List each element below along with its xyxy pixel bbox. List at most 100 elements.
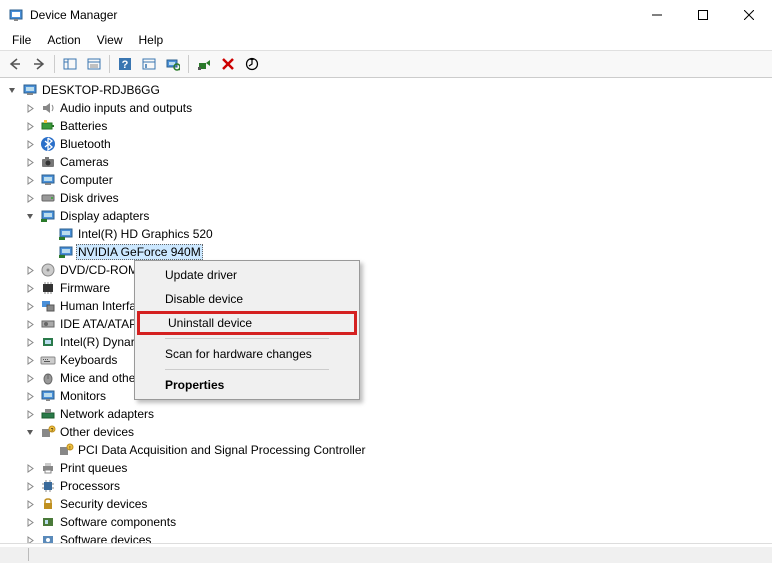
tree-category-dvd[interactable]: DVD/CD-ROM bbox=[0, 261, 772, 279]
tree-category-batteries[interactable]: Batteries bbox=[0, 117, 772, 135]
menu-label: Disable device bbox=[165, 292, 243, 306]
expand-icon[interactable] bbox=[22, 302, 38, 311]
context-separator bbox=[165, 338, 329, 339]
menu-label: Uninstall device bbox=[168, 316, 252, 330]
close-button[interactable] bbox=[726, 0, 772, 30]
category-label: Keyboards bbox=[58, 353, 119, 367]
forward-button[interactable] bbox=[28, 53, 50, 75]
tree-category-disk[interactable]: Disk drives bbox=[0, 189, 772, 207]
chip-icon bbox=[40, 334, 56, 350]
tree-category-other[interactable]: ? Other devices bbox=[0, 423, 772, 441]
tree-device-nvidia-gpu[interactable]: NVIDIA GeForce 940M bbox=[0, 243, 772, 261]
expand-icon[interactable] bbox=[22, 104, 38, 113]
expand-icon[interactable] bbox=[22, 338, 38, 347]
tree-category-ide[interactable]: IDE ATA/ATAP bbox=[0, 315, 772, 333]
expand-icon[interactable] bbox=[22, 356, 38, 365]
tree-root[interactable]: DESKTOP-RDJB6GG bbox=[0, 81, 772, 99]
context-update-driver[interactable]: Update driver bbox=[137, 263, 357, 287]
device-tree-panel[interactable]: DESKTOP-RDJB6GG Audio inputs and outputs… bbox=[0, 78, 772, 545]
menu-view[interactable]: View bbox=[89, 31, 131, 49]
expand-icon[interactable] bbox=[22, 410, 38, 419]
uninstall-button[interactable] bbox=[217, 53, 239, 75]
category-label: Disk drives bbox=[58, 191, 121, 205]
tree-device-pci-unknown[interactable]: ! PCI Data Acquisition and Signal Proces… bbox=[0, 441, 772, 459]
tree-category-mice[interactable]: Mice and othe bbox=[0, 369, 772, 387]
tree-category-swcomponents[interactable]: Software components bbox=[0, 513, 772, 531]
expand-icon[interactable] bbox=[22, 500, 38, 509]
collapse-icon[interactable] bbox=[22, 428, 38, 437]
computer-icon bbox=[40, 172, 56, 188]
expand-icon[interactable] bbox=[22, 194, 38, 203]
menu-help[interactable]: Help bbox=[131, 31, 172, 49]
tree-category-security[interactable]: Security devices bbox=[0, 495, 772, 513]
monitor-icon bbox=[40, 388, 56, 404]
expand-icon[interactable] bbox=[22, 140, 38, 149]
svg-text:?: ? bbox=[51, 428, 54, 434]
optical-drive-icon bbox=[40, 262, 56, 278]
expand-icon[interactable] bbox=[22, 158, 38, 167]
expand-icon[interactable] bbox=[22, 284, 38, 293]
tree-category-hid[interactable]: Human Interfa bbox=[0, 297, 772, 315]
tree-root-label: DESKTOP-RDJB6GG bbox=[40, 83, 162, 97]
tree-category-keyboards[interactable]: Keyboards bbox=[0, 351, 772, 369]
context-separator bbox=[165, 369, 329, 370]
tree-category-bluetooth[interactable]: Bluetooth bbox=[0, 135, 772, 153]
menu-file[interactable]: File bbox=[4, 31, 39, 49]
collapse-icon[interactable] bbox=[22, 212, 38, 221]
minimize-button[interactable] bbox=[634, 0, 680, 30]
expand-icon[interactable] bbox=[22, 374, 38, 383]
update-driver-button[interactable] bbox=[241, 53, 263, 75]
enable-device-button[interactable] bbox=[193, 53, 215, 75]
category-label: Human Interfa bbox=[58, 299, 138, 313]
context-properties[interactable]: Properties bbox=[137, 373, 357, 397]
expand-icon[interactable] bbox=[22, 464, 38, 473]
printer-icon bbox=[40, 460, 56, 476]
window-title: Device Manager bbox=[30, 8, 634, 22]
category-label: Processors bbox=[58, 479, 122, 493]
category-label: DVD/CD-ROM bbox=[58, 263, 140, 277]
expand-icon[interactable] bbox=[22, 482, 38, 491]
tree-category-cameras[interactable]: Cameras bbox=[0, 153, 772, 171]
tree-category-audio[interactable]: Audio inputs and outputs bbox=[0, 99, 772, 117]
collapse-icon[interactable] bbox=[4, 86, 20, 95]
scan-hardware-button[interactable] bbox=[162, 53, 184, 75]
tree-category-printqueues[interactable]: Print queues bbox=[0, 459, 772, 477]
window-controls bbox=[634, 0, 772, 30]
computer-icon bbox=[22, 82, 38, 98]
toolbar-separator bbox=[109, 55, 110, 73]
context-scan-hardware[interactable]: Scan for hardware changes bbox=[137, 342, 357, 366]
maximize-button[interactable] bbox=[680, 0, 726, 30]
category-label: Software components bbox=[58, 515, 178, 529]
menu-action[interactable]: Action bbox=[39, 31, 88, 49]
expand-icon[interactable] bbox=[22, 320, 38, 329]
context-uninstall-device[interactable]: Uninstall device bbox=[137, 311, 357, 335]
camera-icon bbox=[40, 154, 56, 170]
expand-icon[interactable] bbox=[22, 122, 38, 131]
expand-icon[interactable] bbox=[22, 392, 38, 401]
expand-icon[interactable] bbox=[22, 518, 38, 527]
toolbar: ? bbox=[0, 50, 772, 78]
properties-button[interactable] bbox=[83, 53, 105, 75]
tree-category-network[interactable]: Network adapters bbox=[0, 405, 772, 423]
tree-category-monitors[interactable]: Monitors bbox=[0, 387, 772, 405]
context-disable-device[interactable]: Disable device bbox=[137, 287, 357, 311]
titlebar: Device Manager bbox=[0, 0, 772, 30]
tree-category-computer[interactable]: Computer bbox=[0, 171, 772, 189]
help-button[interactable]: ? bbox=[114, 53, 136, 75]
tree-category-processors[interactable]: Processors bbox=[0, 477, 772, 495]
expand-icon[interactable] bbox=[22, 266, 38, 275]
category-label: Security devices bbox=[58, 497, 149, 511]
storage-controller-icon bbox=[40, 316, 56, 332]
menu-label: Scan for hardware changes bbox=[165, 347, 312, 361]
action-button[interactable] bbox=[138, 53, 160, 75]
tree-category-firmware[interactable]: Firmware bbox=[0, 279, 772, 297]
category-label: Intel(R) Dynar bbox=[58, 335, 137, 349]
tree-device-intel-gpu[interactable]: Intel(R) HD Graphics 520 bbox=[0, 225, 772, 243]
tree-category-dynamic[interactable]: Intel(R) Dynar bbox=[0, 333, 772, 351]
back-button[interactable] bbox=[4, 53, 26, 75]
tree-category-display[interactable]: Display adapters bbox=[0, 207, 772, 225]
category-label: Bluetooth bbox=[58, 137, 113, 151]
show-hide-tree-button[interactable] bbox=[59, 53, 81, 75]
toolbar-separator bbox=[188, 55, 189, 73]
expand-icon[interactable] bbox=[22, 176, 38, 185]
